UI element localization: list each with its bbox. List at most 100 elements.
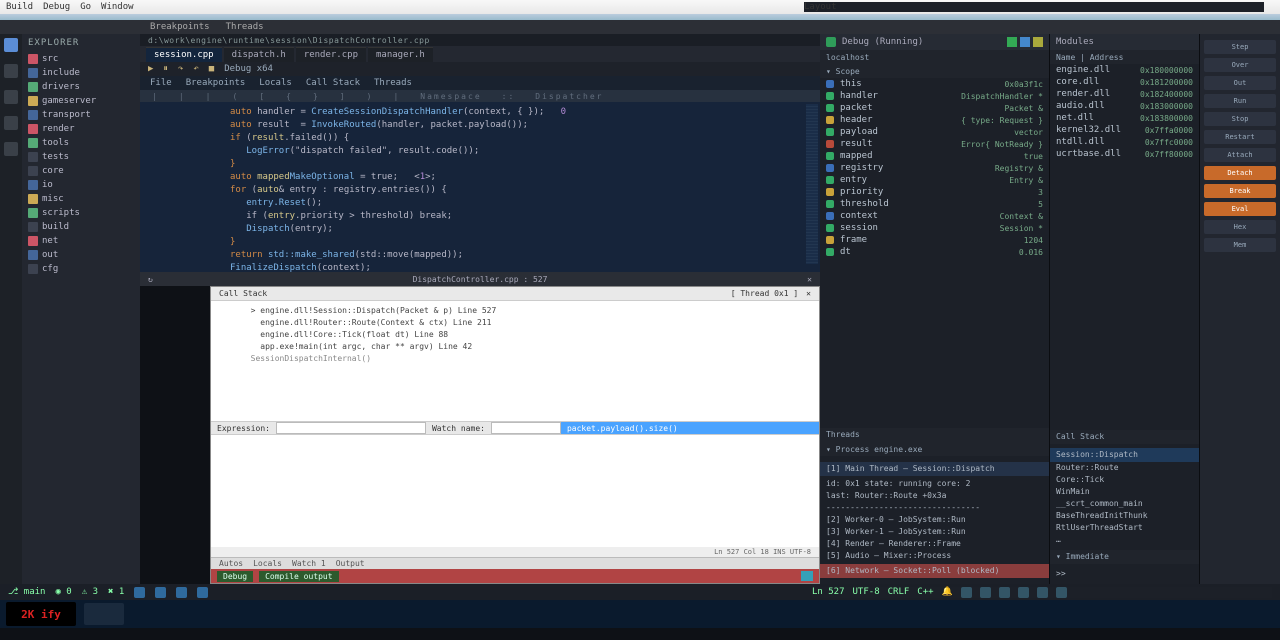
status-icon[interactable] — [176, 587, 187, 598]
debug-action-button[interactable]: Out — [1204, 76, 1276, 90]
threads-header[interactable]: Threads — [820, 428, 1049, 442]
status-icon[interactable] — [1018, 587, 1029, 598]
tab[interactable]: session.cpp — [146, 47, 222, 62]
folder-item[interactable]: out — [22, 248, 140, 262]
status-icon[interactable] — [197, 587, 208, 598]
folder-item[interactable]: misc — [22, 192, 140, 206]
stop-button[interactable]: ■ — [209, 64, 214, 74]
folder-item[interactable]: cfg — [22, 262, 140, 276]
scope-toggle[interactable]: ▾ Scope — [826, 67, 860, 76]
activity-explorer-icon[interactable] — [4, 38, 18, 52]
folder-item[interactable]: gameserver — [22, 94, 140, 108]
folder-item[interactable]: tools — [22, 136, 140, 150]
activity-ext-icon[interactable] — [4, 142, 18, 156]
tab[interactable]: render.cpp — [296, 47, 366, 62]
menuitem-threads[interactable]: Threads — [226, 22, 264, 32]
tab[interactable]: manager.h — [368, 47, 433, 62]
callstack-header[interactable]: Call Stack — [1050, 430, 1199, 444]
folder-item[interactable]: net — [22, 234, 140, 248]
debug-action-button[interactable]: Over — [1204, 58, 1276, 72]
activity-debug-icon[interactable] — [4, 116, 18, 130]
task-chip[interactable]: Debug — [217, 571, 253, 582]
panel-tab[interactable]: Autos — [219, 559, 243, 568]
subitem[interactable]: Call Stack — [306, 78, 360, 88]
status-icon[interactable] — [134, 587, 145, 598]
folder-item[interactable]: render — [22, 122, 140, 136]
layout-button[interactable]: Layout — [804, 2, 1264, 12]
debug-action-button[interactable]: Hex — [1204, 220, 1276, 234]
errors-indicator[interactable]: ✖ 1 — [108, 587, 124, 597]
selected-expression[interactable]: packet.payload().size() — [561, 422, 819, 434]
status-icon[interactable] — [1056, 587, 1067, 598]
subitem[interactable]: Locals — [259, 78, 292, 88]
immediate-input[interactable]: >> — [1050, 564, 1199, 584]
menuitem-breakpoints[interactable]: Breakpoints — [150, 22, 210, 32]
activity-search-icon[interactable] — [4, 64, 18, 78]
modules-list[interactable]: engine.dll0x180000000core.dll0x181200000… — [1050, 64, 1199, 430]
status-icon[interactable] — [1037, 587, 1048, 598]
panel-tab[interactable]: Output — [336, 559, 365, 568]
folder-item[interactable]: transport — [22, 108, 140, 122]
folder-item[interactable]: build — [22, 220, 140, 234]
step-over-button[interactable]: ↷ — [178, 64, 183, 74]
debug-action-button[interactable]: Attach — [1204, 148, 1276, 162]
warnings-indicator[interactable]: ⚠ 3 — [82, 587, 98, 597]
folder-item[interactable]: drivers — [22, 80, 140, 94]
folder-item[interactable]: scripts — [22, 206, 140, 220]
debug-action-button[interactable]: Restart — [1204, 130, 1276, 144]
menu-window[interactable]: Window — [101, 2, 134, 12]
debug-action-button[interactable]: Mem — [1204, 238, 1276, 252]
debug-action-button[interactable]: Run — [1204, 94, 1276, 108]
folder-item[interactable]: io — [22, 178, 140, 192]
output-area[interactable] — [211, 435, 819, 547]
panel-tab[interactable]: Watch 1 — [292, 559, 326, 568]
debug-action-button[interactable]: Detach — [1204, 166, 1276, 180]
sync-indicator[interactable]: ◉ 0 — [55, 587, 71, 597]
expression-input[interactable] — [276, 422, 426, 434]
menu-go[interactable]: Go — [80, 2, 91, 12]
subitem[interactable]: File — [150, 78, 172, 88]
debug-action-button[interactable]: Eval — [1204, 202, 1276, 216]
step-into-button[interactable]: ↶ — [193, 64, 198, 74]
code-editor[interactable]: auto handler = CreateSessionDispatchHand… — [140, 102, 820, 272]
immediate-header[interactable]: ▾ Immediate — [1050, 550, 1199, 564]
branch-indicator[interactable]: ⎇ main — [8, 587, 45, 597]
status-icon[interactable] — [999, 587, 1010, 598]
status-icon[interactable] — [961, 587, 972, 598]
debug-action-button[interactable]: Stop — [1204, 112, 1276, 126]
subitem[interactable]: Threads — [374, 78, 412, 88]
pause-button[interactable]: ⏸ — [163, 64, 168, 74]
debug-action-button[interactable]: Break — [1204, 184, 1276, 198]
watch-input[interactable] — [491, 422, 561, 434]
status-icon[interactable] — [980, 587, 991, 598]
status-icon[interactable] — [155, 587, 166, 598]
taskbar-logo[interactable]: 2K ify — [6, 602, 76, 626]
menu-build[interactable]: Build — [6, 2, 33, 12]
callstack-list[interactable]: > engine.dll!Session::Dispatch(Packet & … — [211, 301, 819, 421]
folder-item[interactable]: src — [22, 52, 140, 66]
threads-list[interactable]: [1] Main Thread — Session::Dispatch id: … — [820, 456, 1049, 584]
tab[interactable]: dispatch.h — [224, 47, 294, 62]
notifications-icon[interactable]: 🔔 — [942, 587, 953, 598]
variables-tree[interactable]: this0x0a3f1chandlerDispatchHandler *pack… — [820, 78, 1049, 428]
eol[interactable]: CRLF — [888, 587, 910, 598]
debug-action-button[interactable]: Step — [1204, 40, 1276, 54]
task-chip[interactable]: Compile output — [259, 571, 338, 582]
menu-debug[interactable]: Debug — [43, 2, 70, 12]
callstack-list[interactable]: Session::DispatchRouter::RouteCore::Tick… — [1050, 444, 1199, 550]
thread-combo[interactable]: [ Thread 0x1 ] — [731, 289, 798, 298]
folder-item[interactable]: tests — [22, 150, 140, 164]
subitem[interactable]: Breakpoints — [186, 78, 246, 88]
cursor-pos[interactable]: Ln 527 — [812, 587, 845, 598]
view-toggles[interactable] — [1007, 37, 1043, 47]
minimap[interactable] — [806, 104, 818, 264]
breadcrumb[interactable]: d:\work\engine\runtime\session\DispatchC… — [140, 34, 820, 46]
process-row[interactable]: ▾ Process engine.exe — [820, 442, 1049, 456]
close-icon[interactable]: ✕ — [806, 289, 811, 298]
language-mode[interactable]: C++ — [917, 587, 933, 598]
folder-item[interactable]: include — [22, 66, 140, 80]
taskbar-app[interactable] — [84, 603, 124, 625]
folder-item[interactable]: core — [22, 164, 140, 178]
panel-tab[interactable]: Locals — [253, 559, 282, 568]
continue-button[interactable]: ▶ — [148, 64, 153, 74]
